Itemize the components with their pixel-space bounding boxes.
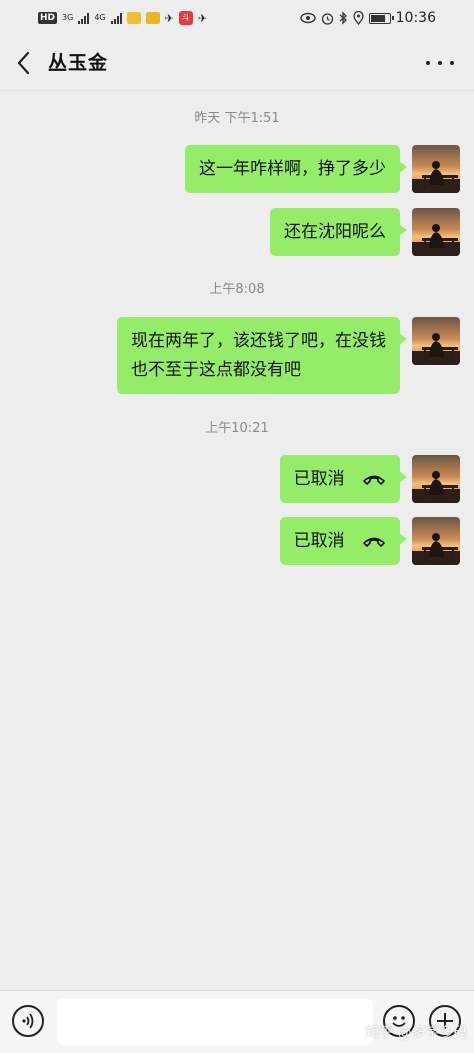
call-bubble[interactable]: 已取消 [279,517,408,565]
network-3g-indicator: 3G [62,13,74,22]
message-bubble[interactable]: 还在沈阳呢么 [270,208,407,256]
app-notification-icon: 斗 [178,11,193,25]
alarm-icon [321,12,333,25]
message-row: 已取消 [279,517,460,565]
message-text: 这一年咋样啊，挣了多少 [199,159,386,179]
message-text-line: 现在两年了，该还钱了吧，在没钱 [131,331,386,351]
phone-hangup-icon [363,475,385,485]
message-timestamp: 上午10:21 [205,421,269,436]
avatar[interactable] [412,455,460,503]
avatar-silhouette-icon [412,333,460,365]
message-bubble[interactable]: 这一年咋样啊，挣了多少 [185,145,407,193]
message-timestamp: 上午8:08 [209,282,265,297]
call-status-text: 已取消 [293,469,345,489]
send-icon: ✈ [164,11,174,25]
avatar-silhouette-icon [412,533,460,565]
message-text-line: 也不至于这点都没有吧 [131,360,301,380]
send-icon: ✈ [197,11,208,25]
avatar-silhouette-icon [412,471,460,503]
message-row: 已取消 [279,455,460,503]
message-bubble[interactable]: 现在两年了，该还钱了吧，在没钱 也不至于这点都没有吧 [117,317,407,394]
avatar[interactable] [412,317,460,365]
avatar-silhouette-icon [412,224,460,256]
chat-title: 丛玉金 [48,52,109,74]
location-icon [352,11,364,25]
hd-icon: HD [38,12,58,24]
avatar[interactable] [412,208,460,256]
avatar-silhouette-icon [412,161,460,193]
chat-header: 丛玉金 [0,36,474,90]
message-row: 这一年咋样啊，挣了多少 [185,145,460,193]
voice-input-button[interactable] [12,1005,44,1037]
message-text: 还在沈阳呢么 [284,222,386,242]
clock: 10:36 [395,10,436,26]
battery-icon [368,12,394,24]
header-divider [0,90,474,91]
message-row: 还在沈阳呢么 [270,208,460,256]
message-input[interactable] [57,999,373,1045]
back-arrow-icon[interactable] [14,50,34,76]
avatar[interactable] [412,517,460,565]
bluetooth-icon [339,11,347,25]
call-status-text: 已取消 [293,531,345,551]
more-options-icon[interactable] [426,50,454,76]
call-bubble[interactable]: 已取消 [279,455,408,503]
voice-icon [22,1013,34,1029]
signal-icon [78,12,90,24]
watermark: 知乎 @多字多码 [365,1025,468,1041]
notification-icon [145,12,160,24]
status-bar: HD 3G 4G ✈ 斗 ✈ 10:36 [0,0,474,36]
network-4g-indicator: 4G [94,13,106,22]
message-row: 现在两年了，该还钱了吧，在没钱 也不至于这点都没有吧 [117,317,460,394]
signal-icon [110,12,122,24]
eye-icon [299,12,316,24]
avatar[interactable] [412,145,460,193]
phone-hangup-icon [363,537,385,547]
message-timestamp: 昨天 下午1:51 [194,111,280,126]
notification-icon [126,12,141,24]
